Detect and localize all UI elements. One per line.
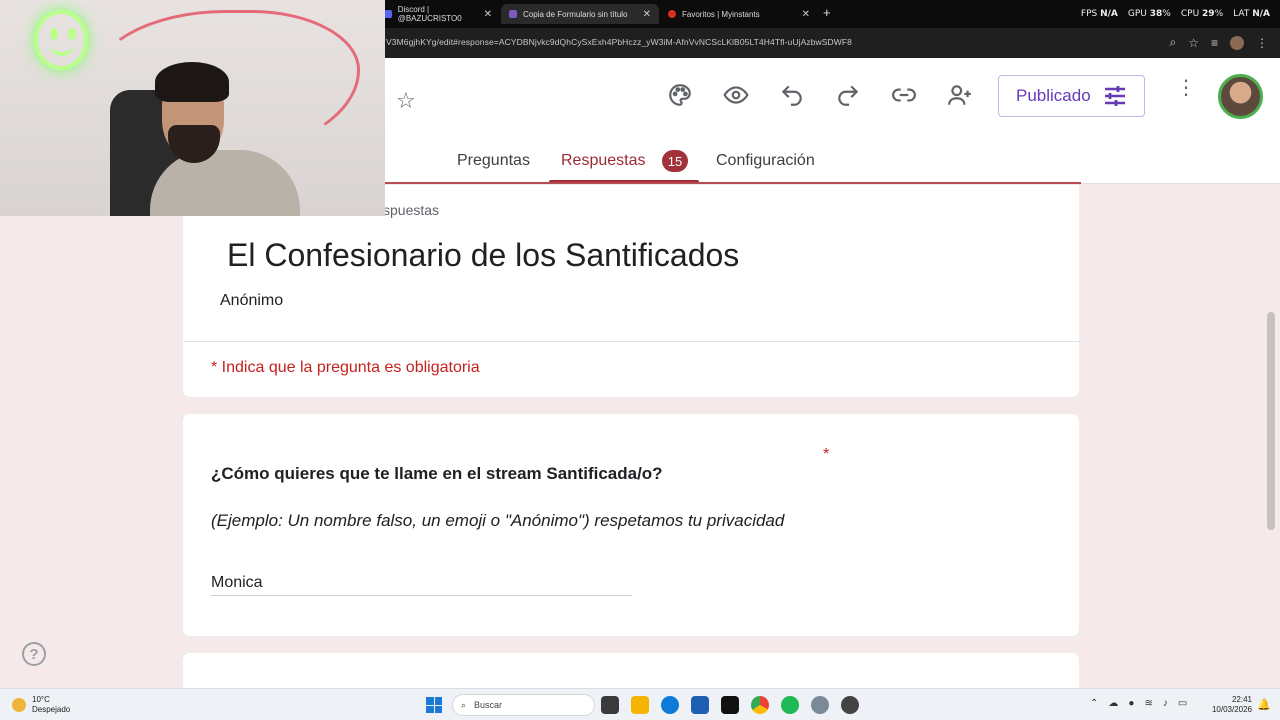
task-view-icon[interactable]	[601, 696, 619, 714]
webcam-overlay	[0, 0, 385, 216]
star-icon[interactable]: ☆	[396, 88, 416, 114]
forms-icon	[509, 10, 517, 18]
close-icon[interactable]: ✕	[643, 9, 651, 20]
bookmark-star-icon[interactable]: ☆	[1188, 36, 1199, 50]
add-collaborator-icon[interactable]	[944, 82, 976, 108]
weather-condition: Despejado	[32, 705, 71, 714]
lat-value: N/A	[1252, 9, 1270, 19]
publish-button[interactable]: Publicado	[998, 75, 1145, 117]
tab-questions[interactable]: Preguntas	[457, 152, 530, 170]
tab-settings[interactable]: Configuración	[716, 152, 815, 170]
address-bar-icons: ⌕ ☆ ≡ ⋮	[1169, 35, 1268, 50]
url-field[interactable]: V3M6gjhKYg/edit#response=ACYDBNjvkc9dQhC…	[386, 37, 852, 47]
fps-label: FPS	[1080, 9, 1098, 19]
taskbar-search[interactable]: ⌕ Buscar	[452, 694, 595, 716]
tab-discord[interactable]: Discord | @BAZUCRISTO0 ✕	[376, 4, 500, 24]
respondent-label: Anónimo	[220, 292, 284, 309]
more-options-icon[interactable]: ⋮	[1176, 78, 1196, 98]
store-icon[interactable]	[691, 696, 709, 714]
redo-icon[interactable]	[832, 82, 864, 108]
discord-icon	[384, 10, 392, 18]
volume-icon[interactable]: ♪	[1163, 698, 1168, 709]
tab-title: Copia de Formulario sin título	[523, 9, 628, 19]
search-icon: ⌕	[461, 699, 467, 710]
spotify-icon[interactable]	[781, 696, 799, 714]
file-explorer-icon[interactable]	[631, 696, 649, 714]
temperature: 10°C	[32, 695, 50, 704]
myinstants-icon	[668, 10, 676, 18]
obs-icon[interactable]	[841, 696, 859, 714]
cpu-value: 29	[1202, 9, 1215, 19]
preview-eye-icon[interactable]	[720, 82, 752, 108]
scrollbar[interactable]	[1267, 312, 1275, 530]
neon-eye	[50, 28, 58, 40]
browser-menu-icon[interactable]: ⋮	[1256, 36, 1268, 50]
wifi-icon[interactable]: ≋	[1144, 698, 1152, 709]
microphone-icon[interactable]: ●	[1128, 698, 1134, 709]
neon-smile	[50, 44, 74, 56]
settings-sliders-icon	[1104, 86, 1125, 106]
cpu-label: CPU	[1180, 9, 1200, 19]
close-icon[interactable]: ✕	[802, 9, 810, 20]
close-icon[interactable]: ✕	[484, 9, 492, 20]
required-mark: *	[823, 446, 830, 463]
performance-overlay: FPS N/A GPU 38% CPU 29% LAT N/A	[1081, 9, 1270, 19]
header-toolbar	[664, 82, 976, 108]
undo-icon[interactable]	[776, 82, 808, 108]
notification-bell-icon[interactable]: 🔔	[1257, 698, 1271, 711]
system-tray: ⌃ ☁ ● ≋ ♪ ▭	[1090, 698, 1187, 709]
profile-avatar-icon[interactable]	[1230, 35, 1244, 50]
required-note: * Indica que la pregunta es obligatoria	[211, 359, 480, 376]
question-card: * ¿Cómo quieres que te llame en el strea…	[182, 413, 1080, 637]
answer-underline	[211, 595, 632, 596]
fps-value: N/A	[1100, 9, 1118, 19]
palette-icon[interactable]	[664, 82, 696, 108]
question-description: (Ejemplo: Un nombre falso, un emoji o "A…	[211, 511, 785, 530]
breadcrumb: spuestas	[383, 202, 440, 218]
tab-myinstants[interactable]: Favoritos | Myinstants ✕	[660, 4, 818, 24]
percent-sign: %	[1162, 9, 1171, 19]
media-control-icon[interactable]: ≡	[1211, 36, 1218, 50]
avatar[interactable]	[1218, 74, 1263, 119]
date: 10/03/2026	[1211, 705, 1252, 714]
weather-widget[interactable]: 10°C Despejado	[12, 695, 70, 715]
responses-count-badge: 15	[662, 150, 688, 172]
form-title-card: spuestas El Confesionario de los Santifi…	[182, 184, 1081, 398]
gpu-value: 38	[1149, 9, 1163, 19]
page-title: El Confesionario de los Santificados	[227, 237, 740, 273]
divider	[183, 341, 1081, 342]
moon-icon	[12, 698, 26, 712]
link-icon[interactable]	[888, 82, 920, 108]
tab-responses[interactable]: Respuestas	[561, 152, 646, 170]
windows-start-icon[interactable]	[426, 697, 442, 713]
y-app-icon[interactable]	[721, 696, 739, 714]
search-placeholder: Buscar	[474, 700, 503, 710]
zoom-icon[interactable]: ⌕	[1169, 35, 1176, 50]
next-question-card	[182, 652, 1080, 692]
taskbar-apps	[601, 696, 859, 714]
clock[interactable]: 22:41 10/03/2026	[1210, 695, 1252, 715]
tab-title: Discord | @BAZUCRISTO0	[397, 5, 462, 23]
time: 22:41	[1231, 695, 1252, 704]
battery-icon[interactable]: ▭	[1178, 698, 1187, 709]
new-tab-button[interactable]: +	[823, 5, 831, 20]
tab-forms[interactable]: Copia de Formulario sin título ✕	[501, 4, 659, 24]
neon-eye	[68, 28, 76, 40]
lat-label: LAT	[1233, 9, 1250, 19]
question-title: ¿Cómo quieres que te llame en el stream …	[211, 464, 663, 483]
publish-label: Publicado	[1016, 86, 1091, 105]
chrome-icon[interactable]	[751, 696, 769, 714]
streamer-hair	[155, 62, 229, 102]
tab-title: Favoritos | Myinstants	[682, 9, 760, 19]
cloud-icon[interactable]: ☁	[1108, 698, 1118, 709]
edge-icon[interactable]	[661, 696, 679, 714]
help-icon[interactable]: ?	[22, 642, 46, 666]
gpu-label: GPU	[1127, 9, 1147, 19]
settings-gear-icon[interactable]	[811, 696, 829, 714]
chevron-up-icon[interactable]: ⌃	[1090, 698, 1098, 709]
neon-smiley-sign	[34, 10, 88, 70]
answer-text: Monica	[211, 574, 263, 591]
windows-taskbar: 10°C Despejado ⌕ Buscar ⌃ ☁ ● ≋ ♪ ▭ 22:4…	[0, 688, 1280, 720]
percent-sign: %	[1214, 9, 1224, 19]
